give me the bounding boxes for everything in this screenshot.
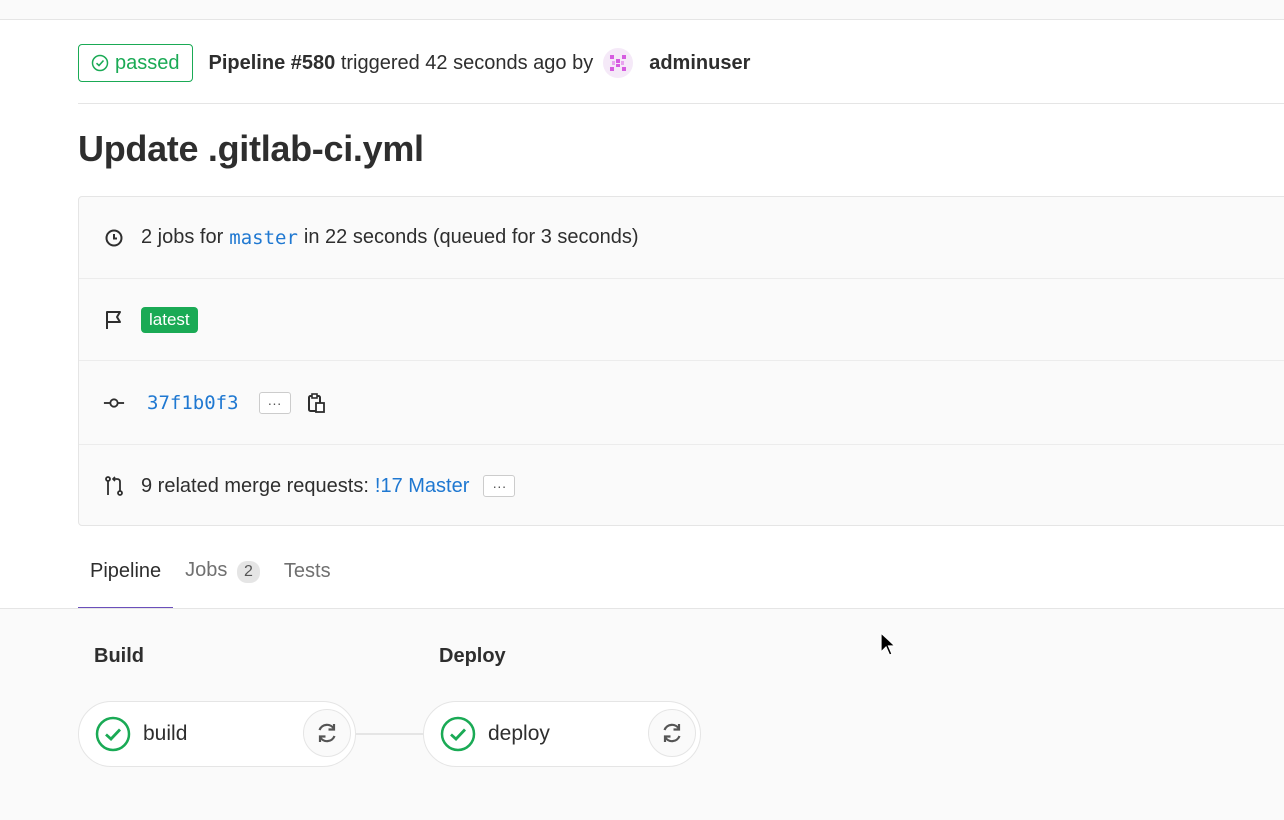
tab-tests-label: Tests — [283, 560, 331, 582]
user-link[interactable]: adminuser — [649, 52, 750, 75]
mr-link[interactable]: !17 Master — [375, 475, 469, 498]
pipeline-info-box: 2 jobs for master in 22 seconds (queued … — [78, 196, 1284, 526]
tab-pipeline[interactable]: Pipeline — [78, 560, 174, 610]
tab-jobs-label: Jobs — [185, 559, 228, 581]
jobs-count-badge: 2 — [236, 561, 260, 583]
pipeline-id: Pipeline #580 — [208, 51, 336, 74]
latest-badge: latest — [141, 306, 198, 333]
commit-sha-link[interactable]: 37f1b0f3 — [147, 392, 239, 414]
retry-icon — [663, 723, 681, 743]
copy-icon[interactable] — [305, 392, 327, 414]
pipeline-summary: Pipeline #580 triggered 42 seconds ago b… — [209, 52, 594, 75]
tab-pipeline-label: Pipeline — [90, 560, 162, 582]
tags-row: latest — [79, 279, 1284, 361]
stage-title-build: Build — [94, 645, 144, 667]
expand-commit-button[interactable]: ··· — [258, 391, 291, 414]
top-bar — [0, 0, 1284, 20]
job-build[interactable]: build — [78, 701, 356, 767]
status-success-icon — [440, 716, 476, 752]
job-deploy[interactable]: deploy — [423, 701, 701, 767]
jobs-summary-row: 2 jobs for master in 22 seconds (queued … — [79, 197, 1284, 279]
clock-icon — [103, 227, 125, 249]
commit-icon — [103, 392, 125, 414]
tab-tests[interactable]: Tests — [272, 560, 343, 609]
job-name: deploy — [488, 722, 550, 745]
triggered-text: triggered 42 seconds ago by — [340, 51, 594, 74]
jobs-prefix: 2 jobs for — [141, 226, 224, 248]
branch-link[interactable]: master — [229, 227, 298, 249]
tab-jobs[interactable]: Jobs 2 — [173, 559, 272, 609]
retry-button[interactable] — [648, 709, 696, 757]
divider — [78, 103, 1284, 104]
avatar-identicon-icon — [610, 55, 627, 71]
avatar[interactable] — [603, 48, 634, 78]
page-title: Update .gitlab-ci.yml — [78, 128, 424, 169]
status-label: passed — [115, 51, 180, 74]
pipeline-graph: Build Deploy build deploy — [0, 608, 1284, 820]
mouse-cursor-icon — [880, 632, 897, 656]
stage-connector — [356, 733, 424, 735]
pipeline-header: passed Pipeline #580 triggered 42 second… — [78, 44, 750, 82]
retry-icon — [318, 723, 336, 743]
merge-requests-row: 9 related merge requests: !17 Master ··· — [79, 445, 1284, 527]
merge-request-icon — [103, 475, 125, 497]
jobs-suffix: in 22 seconds (queued for 3 seconds) — [303, 226, 639, 248]
mr-prefix: 9 related merge requests: — [141, 474, 369, 497]
pipeline-tabs: Pipeline Jobs 2 Tests — [78, 546, 343, 610]
status-badge[interactable]: passed — [78, 44, 193, 82]
status-success-icon — [95, 716, 131, 752]
job-name: build — [143, 722, 188, 745]
expand-mr-button[interactable]: ··· — [483, 475, 516, 497]
check-circle-icon — [91, 54, 109, 72]
flag-icon — [103, 309, 125, 331]
commit-row: 37f1b0f3 ··· — [79, 361, 1284, 445]
stage-title-deploy: Deploy — [439, 645, 506, 667]
retry-button[interactable] — [303, 709, 351, 757]
